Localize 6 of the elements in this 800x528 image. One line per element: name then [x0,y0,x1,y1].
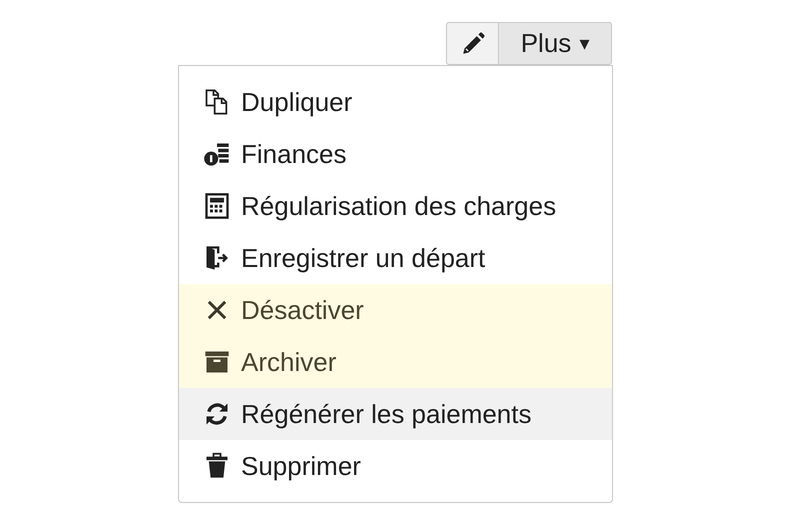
menu-item[interactable]: Désactiver [179,284,612,336]
more-button[interactable]: Plus ▾ [499,22,612,65]
menu-item[interactable]: Régénérer les paiements [179,388,612,440]
menu-item[interactable]: Archiver [179,336,612,388]
calculator-icon [203,192,231,220]
edit-button[interactable] [446,22,499,65]
